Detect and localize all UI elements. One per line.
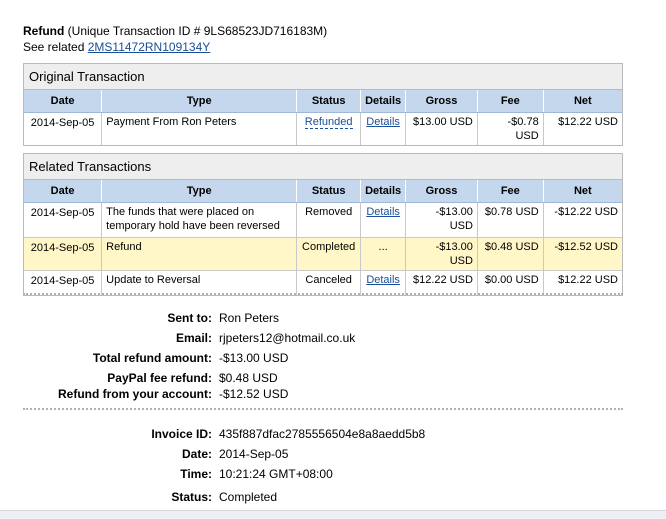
cell-details: Details [360, 112, 407, 145]
cell-status: Canceled [296, 270, 362, 295]
column-header-type: Type [101, 180, 298, 203]
date-value: 2014-Sep-05 [219, 447, 289, 461]
see-related-line: See related 2MS11472RN109134Y [23, 39, 327, 55]
original-transaction-title: Original Transaction [24, 64, 622, 90]
invoice-row-status: Status: Completed [0, 489, 666, 505]
cell-fee: $0.78 USD [477, 202, 544, 238]
cell-type: The funds that were placed on temporary … [101, 202, 298, 238]
column-header-gross: Gross [405, 90, 478, 113]
cell-net: -$12.22 USD [543, 202, 622, 238]
summary-row-sent-to: Sent to: Ron Peters [0, 310, 666, 326]
dotted-divider [23, 408, 623, 410]
summary-row-total-refund: Total refund amount: -$13.00 USD [0, 350, 666, 366]
column-header-net: Net [543, 180, 622, 203]
cell-status: Removed [296, 202, 362, 238]
column-header-fee: Fee [477, 90, 544, 113]
related-transactions-table: Date Type Status Details Gross Fee Net 2… [24, 180, 622, 295]
cell-gross: -$13.00 USD [405, 202, 478, 238]
cell-details: ... [360, 237, 407, 271]
title-line: Refund (Unique Transaction ID # 9LS68523… [23, 23, 327, 39]
refund-account-label: Refund from your account: [57, 387, 212, 401]
invoice-id-value: 435f887dfac2785556504e8a8aedd5b8 [219, 427, 426, 441]
table-row-highlighted: 2014-Sep-05 Refund Completed ... -$13.00… [24, 237, 622, 271]
table-row: 2014-Sep-05 Payment From Ron Peters Refu… [24, 112, 622, 145]
cell-status: Completed [296, 237, 362, 271]
time-value: 10:21:24 GMT+08:00 [219, 467, 333, 481]
column-header-fee: Fee [477, 180, 544, 203]
cell-gross: $13.00 USD [405, 112, 478, 145]
refund-account-value: -$12.52 USD [219, 387, 289, 401]
cell-gross: $12.22 USD [405, 270, 478, 295]
summary-row-email: Email: rjpeters12@hotmail.co.uk [0, 330, 666, 346]
column-header-gross: Gross [405, 180, 478, 203]
status-label: Status: [171, 490, 212, 504]
cell-details: Details [360, 202, 407, 238]
cell-date: 2014-Sep-05 [24, 270, 103, 295]
column-header-net: Net [543, 90, 622, 113]
cell-net: $12.22 USD [558, 116, 618, 128]
cell-fee: -$0.78 USD [477, 112, 544, 145]
invoice-row-time: Time: 10:21:24 GMT+08:00 [0, 466, 666, 482]
details-link[interactable]: Details [366, 206, 400, 218]
invoice-row-id: Invoice ID: 435f887dfac2785556504e8a8aed… [0, 426, 666, 442]
related-transactions-panel: Related Transactions Date Type Status De… [23, 153, 623, 296]
refunded-status-link[interactable]: Refunded [304, 116, 353, 129]
cell-gross: -$13.00 USD [405, 237, 478, 271]
table-row: 2014-Sep-05 Update to Reversal Canceled … [24, 270, 622, 295]
column-header-type: Type [101, 90, 298, 113]
total-refund-label: Total refund amount: [92, 351, 212, 365]
total-refund-value: -$13.00 USD [219, 351, 289, 365]
column-header-details: Details [360, 180, 407, 203]
dotted-divider [23, 293, 623, 295]
fee-refund-value: $0.48 USD [219, 371, 278, 385]
column-header-date: Date [24, 180, 103, 203]
date-label: Date: [181, 447, 212, 461]
cell-date: 2014-Sep-05 [24, 237, 103, 271]
cell-date: 2014-Sep-05 [24, 112, 103, 145]
cell-net: -$12.52 USD [543, 237, 622, 271]
see-related-label: See related [23, 40, 85, 54]
cell-type: Refund [101, 237, 298, 271]
cell-type: Payment From Ron Peters [101, 112, 298, 145]
summary-row-fee-refund: PayPal fee refund: $0.48 USD [0, 370, 666, 386]
column-header-status: Status [296, 180, 362, 203]
email-value: rjpeters12@hotmail.co.uk [219, 331, 356, 345]
details-link[interactable]: Details [366, 116, 400, 128]
table-row: 2014-Sep-05 The funds that were placed o… [24, 202, 622, 238]
original-transaction-panel: Original Transaction Date Type Status De… [23, 63, 623, 146]
related-transactions-title: Related Transactions [24, 154, 622, 180]
table-header-row: Date Type Status Details Gross Fee Net [24, 180, 622, 203]
cell-net: $12.22 USD [558, 274, 618, 286]
column-header-details: Details [360, 90, 407, 113]
invoice-id-label: Invoice ID: [151, 427, 212, 441]
page-title: Refund [23, 24, 65, 38]
transaction-id: (Unique Transaction ID # 9LS68523JD71618… [67, 24, 328, 38]
related-transaction-link[interactable]: 2MS11472RN109134Y [88, 40, 211, 54]
table-header-row: Date Type Status Details Gross Fee Net [24, 90, 622, 113]
fee-refund-label: PayPal fee refund: [107, 371, 212, 385]
email-label: Email: [175, 331, 212, 345]
column-header-status: Status [296, 90, 362, 113]
details-link[interactable]: Details [366, 274, 400, 286]
column-header-date: Date [24, 90, 103, 113]
invoice-row-date: Date: 2014-Sep-05 [0, 446, 666, 462]
cell-type: Update to Reversal [101, 270, 298, 295]
original-transaction-table: Date Type Status Details Gross Fee Net 2… [24, 90, 622, 145]
status-value: Completed [219, 490, 278, 504]
sent-to-label: Sent to: [167, 311, 212, 325]
cell-date: 2014-Sep-05 [24, 202, 103, 238]
time-label: Time: [180, 467, 212, 481]
cell-details: Details [360, 270, 407, 295]
summary-row-refund-account: Refund from your account: -$12.52 USD [0, 386, 666, 402]
refund-header: Refund (Unique Transaction ID # 9LS68523… [23, 23, 327, 55]
cell-fee: $0.00 USD [477, 270, 544, 295]
cell-status: Refunded [296, 112, 362, 145]
cell-fee: $0.48 USD [477, 237, 544, 271]
sent-to-value: Ron Peters [219, 311, 280, 325]
